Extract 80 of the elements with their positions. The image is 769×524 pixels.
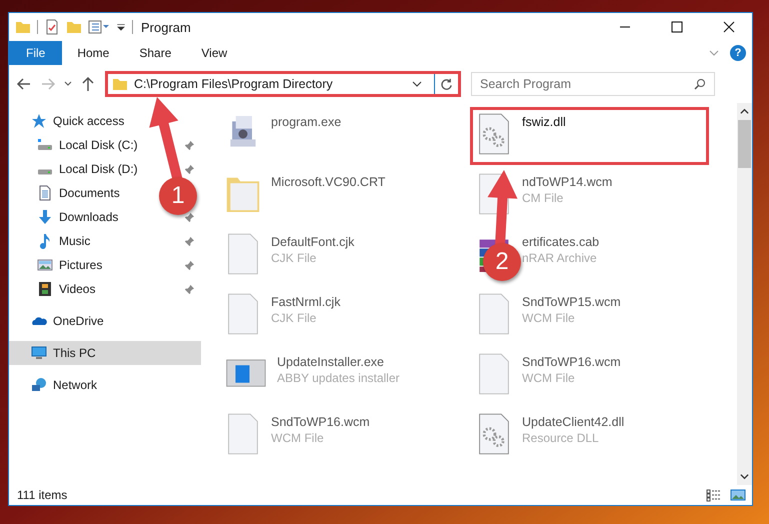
file-name[interactable]: UpdateInstaller.exe (277, 355, 400, 369)
file-name[interactable]: SndToWP15.wcm (522, 295, 621, 309)
pin-icon[interactable] (184, 140, 195, 150)
file-name[interactable]: SndToWP16.wcm (522, 355, 621, 369)
pin-icon[interactable] (184, 164, 195, 174)
folder-icon (112, 76, 128, 92)
file-icon (476, 351, 512, 397)
scrollbar[interactable] (737, 103, 752, 485)
download-icon (37, 209, 53, 225)
refresh-icon (440, 78, 453, 90)
file-name[interactable]: SndToWP16.wcm (271, 415, 370, 429)
search-icon[interactable] (694, 78, 706, 90)
file-name[interactable]: fswiz.dll (522, 115, 566, 129)
ribbon-tab[interactable]: Share (124, 41, 186, 65)
file-icon (476, 291, 512, 337)
ribbon-tab[interactable]: Home (62, 41, 124, 65)
ribbon-tab[interactable]: View (186, 41, 242, 65)
file-name[interactable]: ertificates.cab (522, 235, 600, 249)
gears-file-icon (476, 111, 512, 157)
file-type: CJK File (271, 311, 318, 325)
large-icons-view-icon[interactable] (730, 488, 746, 502)
nav-item[interactable]: This PC (53, 346, 96, 360)
pin-icon[interactable] (184, 260, 195, 270)
file-type: WCM File (271, 431, 325, 445)
file-type: CJK File (271, 251, 318, 265)
item-count: 111 items (17, 488, 68, 502)
nav-item[interactable]: Documents (59, 186, 120, 200)
file-type: nRAR Archive (522, 251, 598, 265)
file-type: WCM File (522, 311, 576, 325)
drive-icon (37, 169, 53, 175)
file-name[interactable]: ndToWP14.wcm (522, 175, 612, 189)
chevron-up-icon[interactable] (740, 107, 749, 116)
ribbon-tab[interactable]: File (9, 41, 62, 65)
help-button[interactable]: ? (730, 45, 746, 61)
file-type: CM File (522, 191, 564, 205)
details-view-icon[interactable] (706, 488, 722, 502)
gears-file-icon (476, 411, 512, 457)
address-bar[interactable]: C:\Program Files\Program Directory (105, 71, 461, 97)
star-icon (31, 113, 47, 129)
nav-item-highlight[interactable]: This PC (9, 341, 201, 365)
close-icon (723, 21, 735, 33)
nav-item[interactable]: Videos (59, 282, 96, 296)
file-name[interactable]: Microsoft.VC90.CRT (271, 175, 386, 189)
file-icon (225, 231, 261, 277)
chevron-down-icon[interactable] (740, 472, 749, 481)
minimize-icon (619, 26, 631, 28)
picture-icon (37, 257, 53, 273)
nav-item[interactable]: Quick access (53, 114, 124, 128)
chevron-down-icon[interactable] (412, 79, 422, 89)
film-icon (37, 281, 53, 297)
file-icon (225, 291, 261, 337)
file-icon (225, 411, 261, 457)
nav-item[interactable]: Pictures (59, 258, 102, 272)
maximize-icon (671, 21, 683, 33)
nav-item[interactable]: Local Disk (C:) (59, 138, 138, 152)
nav-item[interactable]: OneDrive (53, 314, 104, 328)
address-path: C:\Program Files\Program Directory (134, 77, 334, 91)
drive-icon (37, 137, 53, 153)
monitor-icon (31, 345, 47, 361)
file-name[interactable]: UpdateClient42.dll (522, 415, 624, 429)
file-type: WCM File (522, 371, 576, 385)
file-name[interactable]: DefaultFont.cjk (271, 235, 354, 249)
nav-item[interactable]: Downloads (59, 210, 118, 224)
document-icon (37, 185, 53, 201)
checklist-icon[interactable] (44, 19, 60, 35)
pin-icon[interactable] (184, 212, 195, 222)
nav-item[interactable]: Music (59, 234, 90, 248)
network-icon (31, 377, 47, 393)
file-name[interactable]: FastNrml.cjk (271, 295, 340, 309)
file-type: Resource DLL (522, 431, 600, 445)
file-type: ABBY updates installer (277, 371, 400, 385)
scrollbar-thumb[interactable] (738, 120, 751, 168)
nav-item[interactable]: Network (53, 378, 98, 392)
nav-item[interactable]: Local Disk (D:) (59, 162, 138, 176)
pin-icon[interactable] (184, 236, 195, 246)
search-field[interactable]: Search Program (471, 72, 715, 96)
window-title: Program (141, 20, 191, 34)
properties-icon[interactable] (88, 19, 110, 35)
pin-icon[interactable] (184, 284, 195, 294)
file-name[interactable]: program.exe (271, 115, 342, 129)
